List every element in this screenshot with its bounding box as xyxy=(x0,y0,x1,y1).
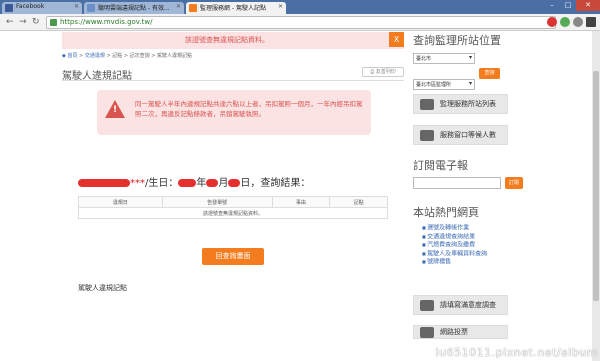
warning-icon: ! xyxy=(105,100,125,118)
hot-link[interactable]: 號牌標售 xyxy=(422,258,487,267)
redacted-name xyxy=(78,179,130,187)
close-icon[interactable]: ✕ xyxy=(278,3,283,10)
column-header: 記點 xyxy=(329,196,388,208)
alert-text: 該證號查無違規記點資料。 xyxy=(185,36,269,44)
column-header: 事由 xyxy=(271,196,331,208)
friendly-print-button[interactable]: ⎙ 友善列印 xyxy=(362,67,404,77)
city-select[interactable]: 臺北市 xyxy=(413,53,475,64)
breadcrumb: ◆ 首頁 > 交通違規 > 記點 > 記次查詢 > 駕駛人違規記點 xyxy=(62,53,193,59)
scrollbar[interactable] xyxy=(592,31,600,361)
subscribe-email-input[interactable] xyxy=(413,177,501,189)
return-query-button[interactable]: 回查詢畫面 xyxy=(202,248,264,265)
extension-icon[interactable] xyxy=(560,17,570,27)
table-row: 該證號查無違規記點資料。 xyxy=(78,207,388,219)
print-icon: ⎙ xyxy=(370,69,375,75)
watermark: lu651011.pixnet.net/album xyxy=(435,346,598,359)
lock-icon xyxy=(50,19,57,26)
vote-icon xyxy=(420,327,434,338)
violation-table: 違規日 告發單號 事由 記點 該證號查無違規記點資料。 xyxy=(78,196,388,219)
page-icon xyxy=(87,4,95,12)
hot-link[interactable]: 交通違規查詢結果 xyxy=(422,233,487,242)
building-icon xyxy=(420,99,434,110)
minimize-icon[interactable]: – xyxy=(544,0,560,11)
column-header: 告發單號 xyxy=(161,196,273,208)
breadcrumb-item: 記次查詢 xyxy=(129,53,150,59)
hot-link[interactable]: 駕駛人及車輛資料查詢 xyxy=(422,250,487,259)
station-title: 查詢監理所站位置 xyxy=(413,34,501,47)
birth-label: /生日： xyxy=(145,178,179,189)
top-alert: 該證號查無違規記點資料。 X xyxy=(62,32,404,49)
hot-pages-title: 本站熱門網頁 xyxy=(413,206,479,219)
service-list-button[interactable]: 監理服務所站列表 xyxy=(413,94,508,114)
empty-message: 該證號查無違規記點資料。 xyxy=(78,207,388,219)
toolbar-icons xyxy=(547,17,596,27)
tab-label: 聽明雲端違規記點 - 有效... xyxy=(98,5,170,12)
waiting-count-button[interactable]: 服務窗口等候人數 xyxy=(413,125,508,145)
close-icon[interactable]: ✕ xyxy=(176,3,181,10)
vote-button[interactable]: 網路投票 xyxy=(413,325,508,339)
tab-blog[interactable]: 聽明雲端違規記點 - 有效... ✕ xyxy=(84,2,184,14)
survey-icon xyxy=(420,300,434,311)
facebook-icon xyxy=(5,4,13,12)
subscribe-button[interactable]: 訂閱 xyxy=(505,177,523,189)
window-close-icon[interactable]: ✕ xyxy=(576,0,600,11)
back-icon[interactable]: ← xyxy=(6,17,14,27)
alert-close-button[interactable]: X xyxy=(389,32,404,47)
column-header: 違規日 xyxy=(78,196,163,208)
breadcrumb-traffic[interactable]: 交通違規 xyxy=(85,53,105,59)
query-result-label: ，查詢結果： xyxy=(250,178,311,189)
address-bar[interactable]: https://www.mvdis.gov.tw/ xyxy=(46,16,556,29)
star-icon[interactable] xyxy=(573,17,583,27)
section-label: 駕駛人違規記點 xyxy=(78,284,127,292)
page-content: 該證號查無違規記點資料。 X ◆ 首頁 > 交通違規 > 記點 > 記次查詢 >… xyxy=(0,31,600,361)
breadcrumb-item: 記點 xyxy=(112,53,123,59)
mvdis-icon xyxy=(189,4,197,12)
extension-icon[interactable] xyxy=(547,17,557,27)
station-query-button[interactable]: 查詢 xyxy=(479,68,500,79)
station-select[interactable]: 臺北市區監理所 xyxy=(413,79,475,90)
home-icon: ◆ xyxy=(62,53,66,59)
subscribe-title: 訂閱電子報 xyxy=(413,159,468,172)
scrollbar-thumb[interactable] xyxy=(593,71,599,301)
browser-tabbar: Facebook ✕ 聽明雲端違規記點 - 有效... ✕ 監理服務網 - 駕駛… xyxy=(0,0,600,14)
breadcrumb-home[interactable]: 首頁 xyxy=(67,53,77,59)
redacted-day xyxy=(228,179,241,187)
hot-links-list: 選號及轉帳作業 交通違規查詢結果 汽燃費查詢及繳費 駕駛人及車輛資料查詢 號牌標… xyxy=(422,224,487,267)
tab-label: Facebook xyxy=(16,3,45,10)
reload-icon[interactable]: ↻ xyxy=(32,17,40,27)
tab-facebook[interactable]: Facebook ✕ xyxy=(2,2,82,14)
survey-button[interactable]: 請填寫滿意度調查 xyxy=(413,295,508,315)
hot-link[interactable]: 汽燃費查詢及繳費 xyxy=(422,241,487,250)
name-suffix: *** xyxy=(130,178,145,189)
menu-icon[interactable] xyxy=(586,17,596,27)
close-icon[interactable]: ✕ xyxy=(74,3,79,10)
tab-label: 監理服務網 - 駕駛人記點 xyxy=(200,5,266,12)
forward-icon[interactable]: → xyxy=(19,17,27,27)
divider xyxy=(62,80,404,81)
warning-box: ! 同一駕駛人半年內違規記點共達六點以上者，吊扣駕照一個月，一年內經吊扣駕照二次… xyxy=(97,90,371,135)
url-text: https://www.mvdis.gov.tw/ xyxy=(60,18,153,26)
maximize-icon[interactable]: □ xyxy=(560,0,576,11)
browser-toolbar: ← → ↻ https://www.mvdis.gov.tw/ xyxy=(0,14,600,31)
window-controls: – □ ✕ xyxy=(544,0,600,12)
breadcrumb-current: 駕駛人違規記點 xyxy=(157,53,193,59)
hot-link[interactable]: 選號及轉帳作業 xyxy=(422,224,487,233)
redacted-month xyxy=(206,179,219,187)
result-line: ***/生日：年月日，查詢結果： xyxy=(78,174,310,189)
friendly-print-label: 友善列印 xyxy=(375,69,396,75)
redacted-year xyxy=(178,179,197,187)
tab-mvdis[interactable]: 監理服務網 - 駕駛人記點 ✕ xyxy=(186,2,286,14)
table-header-row: 違規日 告發單號 事由 記點 xyxy=(78,196,388,208)
people-icon xyxy=(420,130,434,141)
warning-text: 同一駕駛人半年內違規記點共達六點以上者，吊扣駕照一個月，一年內經吊扣駕照二次，再… xyxy=(135,100,363,118)
